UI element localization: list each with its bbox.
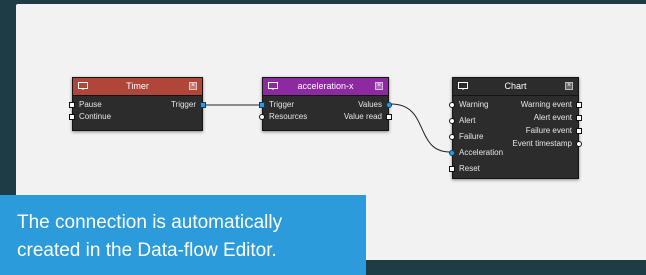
- chart-input-alert[interactable]: Alert: [449, 115, 476, 127]
- monitor-icon: [78, 82, 88, 90]
- acceleration-input-trigger[interactable]: Trigger: [259, 99, 295, 111]
- chart-node-title: Chart: [504, 81, 527, 91]
- timer-output-trigger[interactable]: Trigger: [170, 99, 206, 111]
- acceleration-node-header[interactable]: acceleration-x ×: [263, 78, 388, 96]
- port-label: Event timestamp: [512, 139, 572, 148]
- port-label: Alert: [459, 116, 476, 125]
- chart-input-warning[interactable]: Warning: [449, 99, 489, 111]
- close-icon[interactable]: ×: [189, 82, 197, 90]
- port-label: Trigger: [170, 100, 196, 109]
- input-port-round[interactable]: [449, 102, 455, 108]
- timer-node-title: Timer: [126, 81, 149, 91]
- chart-output-warning-event[interactable]: Warning event: [520, 99, 582, 111]
- port-label: Resources: [269, 112, 308, 121]
- close-icon[interactable]: ×: [375, 82, 383, 90]
- chart-output-event-timestamp[interactable]: Event timestamp: [512, 138, 582, 150]
- chart-input-reset[interactable]: Reset: [449, 163, 480, 175]
- chart-input-acceleration[interactable]: Acceleration: [449, 147, 504, 159]
- input-port-round[interactable]: [449, 134, 455, 140]
- output-port-square[interactable]: [576, 115, 582, 121]
- input-port-square[interactable]: [259, 102, 265, 108]
- port-label: Alert event: [533, 113, 572, 122]
- chart-node-header[interactable]: Chart ×: [453, 78, 578, 96]
- port-label: Value read: [343, 112, 382, 121]
- port-label: Continue: [79, 112, 112, 121]
- timer-input-pause[interactable]: Pause: [69, 99, 102, 111]
- port-label: Pause: [79, 100, 102, 109]
- tooltip-line-1: The connection is automatically: [17, 212, 283, 233]
- acceleration-node-title: acceleration-x: [297, 81, 354, 91]
- port-label: Warning: [459, 100, 489, 109]
- output-port-square[interactable]: [386, 114, 392, 120]
- monitor-icon: [458, 82, 468, 90]
- port-label: Trigger: [269, 100, 295, 109]
- output-port-round[interactable]: [576, 141, 582, 147]
- wire-acceleration-to-chart: [390, 103, 451, 153]
- input-port-square[interactable]: [69, 102, 75, 108]
- close-icon[interactable]: ×: [565, 82, 573, 90]
- chart-output-alert-event[interactable]: Alert event: [533, 112, 582, 124]
- output-port-square[interactable]: [576, 128, 582, 134]
- output-port-square[interactable]: [576, 102, 582, 108]
- info-tooltip: The connection is automatically created …: [0, 195, 366, 275]
- port-label: Values: [358, 100, 382, 109]
- acceleration-node[interactable]: acceleration-x × Trigger Resources Value…: [259, 77, 392, 131]
- input-port-square[interactable]: [449, 166, 455, 172]
- tooltip-line-2: created in the Data-flow Editor.: [17, 240, 277, 261]
- acceleration-output-values[interactable]: Values: [358, 99, 392, 111]
- port-label: Warning event: [520, 100, 572, 109]
- chart-output-failure-event[interactable]: Failure event: [525, 125, 582, 137]
- timer-node[interactable]: Timer × Pause Continue Trigger: [69, 77, 206, 131]
- timer-node-header[interactable]: Timer ×: [73, 78, 202, 96]
- timer-input-continue[interactable]: Continue: [69, 111, 112, 123]
- input-port-round[interactable]: [449, 118, 455, 124]
- port-label: Failure event: [525, 126, 572, 135]
- output-port-round[interactable]: [386, 102, 392, 108]
- input-port-round[interactable]: [259, 114, 265, 120]
- monitor-icon: [268, 82, 278, 90]
- input-port-round[interactable]: [449, 150, 455, 156]
- port-label: Acceleration: [459, 148, 504, 157]
- input-port-square[interactable]: [69, 114, 75, 120]
- chart-node[interactable]: Chart × Warning Alert Failure Accelerati…: [449, 77, 582, 179]
- acceleration-output-value-read[interactable]: Value read: [343, 111, 392, 123]
- acceleration-input-resources[interactable]: Resources: [259, 111, 308, 123]
- chart-input-failure[interactable]: Failure: [449, 131, 484, 143]
- port-label: Failure: [459, 132, 484, 141]
- port-label: Reset: [459, 164, 480, 173]
- output-port-square[interactable]: [200, 102, 206, 108]
